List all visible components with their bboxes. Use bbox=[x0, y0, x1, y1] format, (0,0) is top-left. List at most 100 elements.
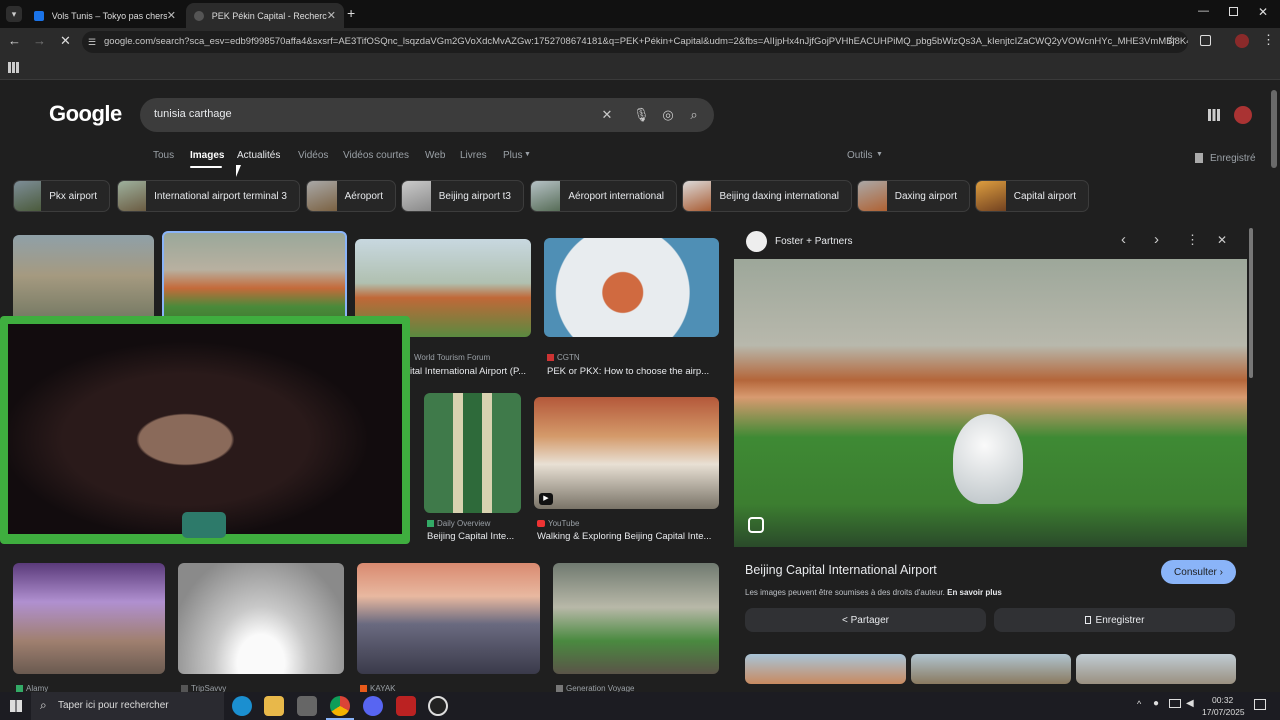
result-title[interactable]: ital International Airport (P... bbox=[410, 366, 534, 377]
preview-site-name[interactable]: Foster + Partners bbox=[775, 236, 853, 247]
google-apps-icon[interactable] bbox=[1208, 109, 1220, 121]
learn-more-link[interactable]: En savoir plus bbox=[947, 588, 1002, 597]
search-box[interactable]: tunisia carthage ✕ 🎙 ◎ ⌕ bbox=[140, 98, 714, 132]
minimize-icon[interactable]: — bbox=[1198, 5, 1209, 17]
tab-more[interactable]: Plus bbox=[503, 150, 522, 161]
result-image[interactable] bbox=[544, 238, 719, 337]
tab-favicon-icon bbox=[194, 10, 204, 21]
site-info-icon[interactable]: ☰ bbox=[88, 31, 96, 53]
next-arrow-icon[interactable]: › bbox=[1154, 231, 1159, 248]
tab-web[interactable]: Web bbox=[425, 150, 445, 161]
edge-icon[interactable] bbox=[232, 696, 252, 716]
previous-arrow-icon[interactable]: ‹ bbox=[1121, 231, 1126, 248]
restore-icon[interactable] bbox=[1229, 7, 1238, 16]
close-icon[interactable]: ✕ bbox=[1217, 233, 1227, 247]
result-source: YouTube bbox=[548, 519, 580, 528]
more-options-icon[interactable]: ⋮ bbox=[1186, 232, 1199, 248]
tools-button[interactable]: Outils bbox=[847, 150, 873, 161]
related-chip[interactable]: International airport terminal 3 bbox=[117, 180, 300, 212]
store-icon[interactable] bbox=[297, 696, 317, 716]
result-title[interactable]: Walking & Exploring Beijing Capital Inte… bbox=[537, 531, 717, 542]
result-title[interactable]: Beijing Capital Inte... bbox=[427, 531, 527, 542]
microphone-icon[interactable]: ● bbox=[1153, 698, 1159, 709]
search-icon[interactable]: ⌕ bbox=[686, 107, 702, 123]
search-results-page: Google tunisia carthage ✕ 🎙 ◎ ⌕ Tous Ima… bbox=[0, 80, 1280, 692]
tab-books[interactable]: Livres bbox=[460, 150, 487, 161]
bookmarks-bar bbox=[0, 56, 1280, 80]
related-chip[interactable]: Daxing airport bbox=[857, 180, 970, 212]
chrome-icon[interactable] bbox=[330, 696, 350, 716]
app-icon[interactable] bbox=[396, 696, 416, 716]
file-explorer-icon[interactable] bbox=[264, 696, 284, 716]
address-bar[interactable]: ☰ google.com/search?sca_esv=edb9f998570a… bbox=[82, 31, 1188, 53]
bookmark-star-icon[interactable]: ☆ bbox=[1166, 33, 1177, 47]
account-avatar[interactable] bbox=[1234, 106, 1252, 124]
tab-news[interactable]: Actualités bbox=[237, 150, 280, 161]
close-tab-icon[interactable]: ✕ bbox=[167, 9, 176, 22]
profile-avatar[interactable] bbox=[1235, 34, 1249, 48]
result-image[interactable] bbox=[424, 393, 521, 513]
visit-button[interactable]: Consulter › bbox=[1161, 560, 1236, 584]
obs-icon[interactable] bbox=[428, 696, 448, 716]
discord-icon[interactable] bbox=[363, 696, 383, 716]
related-chip[interactable]: Beijing daxing international bbox=[682, 180, 852, 212]
clock-date[interactable]: 17/07/2025 bbox=[1202, 707, 1245, 717]
stop-loading-icon[interactable]: ✕ bbox=[60, 33, 71, 49]
result-image[interactable] bbox=[13, 235, 154, 325]
result-image[interactable] bbox=[13, 563, 165, 674]
page-scrollbar[interactable] bbox=[1271, 90, 1277, 168]
image-preview-panel: Foster + Partners ‹ › ⋮ ✕ Beijing Capita… bbox=[734, 226, 1248, 692]
related-chip[interactable]: Aéroport international bbox=[530, 180, 677, 212]
volume-icon[interactable]: ◀ bbox=[1186, 698, 1194, 709]
related-image[interactable] bbox=[911, 654, 1071, 684]
tab-videos[interactable]: Vidéos bbox=[298, 150, 328, 161]
tray-chevron-icon[interactable]: ^ bbox=[1137, 699, 1141, 709]
preview-scrollbar[interactable] bbox=[1249, 228, 1253, 378]
share-button[interactable]: < Partager bbox=[745, 608, 986, 632]
tab-images[interactable]: Images bbox=[190, 150, 224, 161]
forward-arrow-icon[interactable]: → bbox=[33, 33, 46, 48]
result-image[interactable] bbox=[553, 563, 719, 674]
related-chip[interactable]: Beijing airport t3 bbox=[401, 180, 524, 212]
chip-thumbnail bbox=[402, 181, 431, 211]
close-window-icon[interactable]: ✕ bbox=[1258, 5, 1268, 19]
close-tab-icon[interactable]: ✕ bbox=[327, 9, 336, 22]
google-logo[interactable]: Google bbox=[49, 101, 122, 127]
related-image[interactable] bbox=[1076, 654, 1236, 684]
related-chip[interactable]: Aéroport bbox=[306, 180, 396, 212]
network-icon[interactable] bbox=[1169, 699, 1181, 708]
save-button[interactable]: Enregistrer bbox=[994, 608, 1235, 632]
related-chip[interactable]: Capital airport bbox=[975, 180, 1089, 212]
related-image[interactable] bbox=[745, 654, 906, 684]
browser-menu-icon[interactable]: ⋮ bbox=[1262, 32, 1275, 48]
tab-all[interactable]: Tous bbox=[153, 150, 174, 161]
lens-icon[interactable]: ◎ bbox=[660, 107, 676, 123]
browser-tab-1[interactable]: Vols Tunis – Tokyo pas chers su ✕ bbox=[26, 3, 184, 28]
taskbar-search[interactable]: ⌕ Taper ici pour rechercher bbox=[31, 692, 224, 720]
notifications-icon[interactable] bbox=[1254, 699, 1266, 710]
related-chip[interactable]: Pkx airport bbox=[13, 180, 110, 212]
tab-short-videos[interactable]: Vidéos courtes bbox=[343, 150, 409, 161]
result-image-selected[interactable] bbox=[162, 231, 347, 327]
search-input[interactable]: tunisia carthage bbox=[154, 108, 232, 120]
windows-start-icon[interactable] bbox=[10, 700, 22, 712]
result-source: CGTN bbox=[557, 353, 580, 362]
browser-tab-2[interactable]: PEK Pékin Capital - Recherche G ✕ bbox=[186, 3, 344, 28]
preview-image[interactable] bbox=[734, 259, 1247, 547]
back-arrow-icon[interactable]: ← bbox=[8, 33, 21, 48]
result-image[interactable]: ▶ bbox=[534, 397, 719, 509]
result-image[interactable] bbox=[178, 563, 344, 674]
search-icon: ⌕ bbox=[40, 698, 47, 712]
preview-title[interactable]: Beijing Capital International Airport bbox=[745, 563, 937, 577]
apps-grid-icon[interactable] bbox=[8, 62, 19, 73]
voice-search-icon[interactable]: 🎙 bbox=[633, 107, 650, 123]
new-tab-button[interactable]: + bbox=[347, 5, 355, 21]
result-image[interactable] bbox=[357, 563, 540, 674]
saved-button[interactable]: Enregistré bbox=[1210, 153, 1256, 164]
clock-time[interactable]: 00:32 bbox=[1212, 695, 1233, 705]
extensions-icon[interactable] bbox=[1200, 35, 1211, 46]
clear-icon[interactable]: ✕ bbox=[599, 107, 615, 123]
lens-search-icon[interactable] bbox=[748, 517, 764, 533]
result-title[interactable]: PEK or PKX: How to choose the airp... bbox=[547, 366, 719, 377]
tab-search-button[interactable]: ▾ bbox=[6, 6, 22, 22]
